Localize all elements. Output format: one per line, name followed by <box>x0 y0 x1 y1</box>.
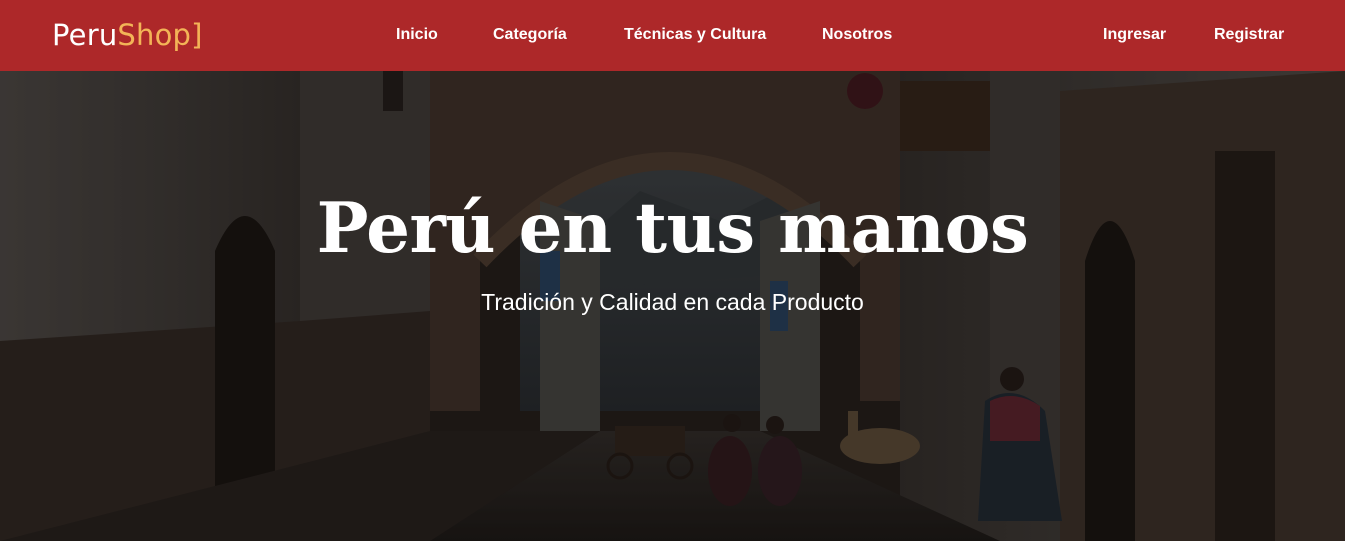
brand-name-part2: Shop] <box>117 18 203 52</box>
top-navbar: PeruShop] Inicio Categoría Técnicas y Cu… <box>0 0 1345 71</box>
nav-link-nosotros[interactable]: Nosotros <box>822 25 892 45</box>
brand-logo[interactable]: PeruShop] <box>52 18 203 52</box>
hero-title: Perú en tus manos <box>316 188 1029 269</box>
register-link[interactable]: Registrar <box>1214 25 1284 45</box>
brand-name-part1: Peru <box>52 18 118 52</box>
login-link[interactable]: Ingresar <box>1103 25 1166 45</box>
nav-link-inicio[interactable]: Inicio <box>396 25 438 45</box>
hero-subtitle: Tradición y Calidad en cada Producto <box>481 289 864 315</box>
nav-link-tecnicas-y-cultura[interactable]: Técnicas y Cultura <box>624 25 766 45</box>
hero-banner: Perú en tus manos Tradición y Calidad en… <box>0 71 1345 541</box>
nav-link-categoria[interactable]: Categoría <box>493 25 567 45</box>
